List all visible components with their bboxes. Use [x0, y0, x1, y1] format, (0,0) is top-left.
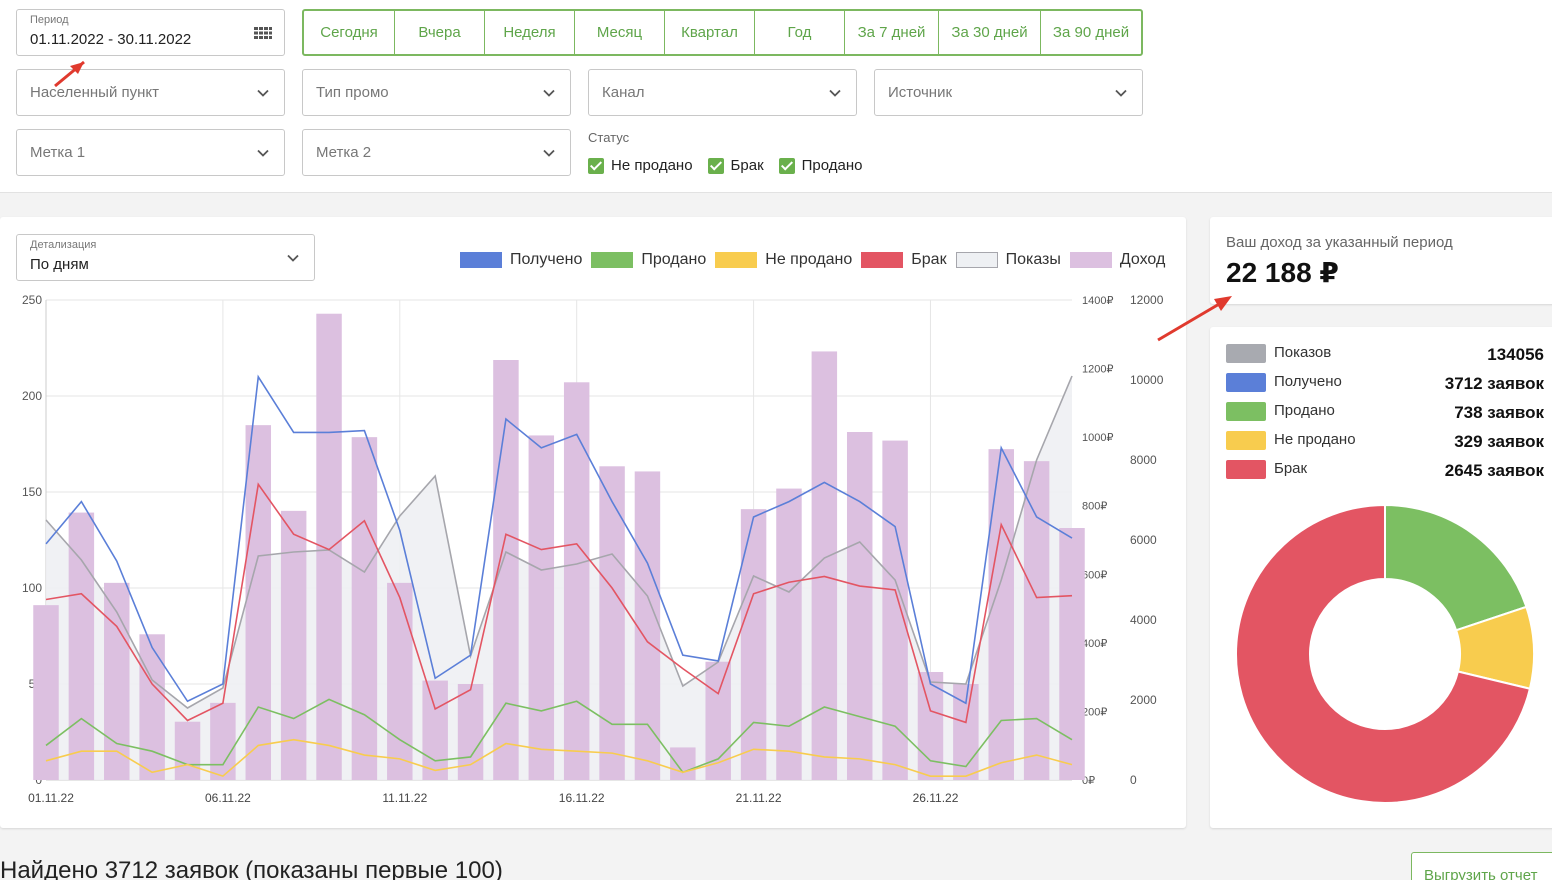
y-left-tick-label: 100	[22, 581, 42, 595]
stats-name: Продано	[1274, 402, 1335, 419]
y-money-tick-label: 1000₽	[1082, 432, 1113, 444]
income-bar	[387, 582, 413, 780]
y-views-tick-label: 2000	[1130, 693, 1157, 707]
income-bar	[1023, 461, 1050, 780]
stats-name: Не продано	[1274, 431, 1356, 448]
stats-row-defect: Брак 2645 заявок	[1226, 459, 1544, 488]
stats-swatch	[1226, 460, 1266, 479]
y-views-tick-label: 0	[1130, 773, 1137, 787]
y-views-tick-label: 6000	[1130, 533, 1157, 547]
income-bar	[563, 382, 590, 780]
stats-row-sold: Продано 738 заявок	[1226, 401, 1544, 430]
stats-value: 329 заявок	[1454, 432, 1544, 451]
found-count-text: Найдено 3712 заявок (показаны первые 100…	[0, 857, 503, 880]
status-donut-chart	[1235, 503, 1535, 804]
y-left-tick-label: 250	[22, 293, 42, 307]
y-left-tick-label: 150	[22, 485, 42, 499]
stats-name: Получено	[1274, 373, 1342, 390]
income-bar	[33, 605, 59, 780]
income-bar	[351, 437, 378, 780]
stats-row-views: Показов 134056	[1226, 343, 1544, 372]
stats-name: Брак	[1274, 460, 1308, 477]
stats-swatch	[1226, 431, 1266, 450]
income-bar	[1059, 528, 1085, 780]
x-tick-label: 01.11.22	[28, 791, 74, 805]
income-bar	[316, 313, 342, 780]
income-label: Ваш доход за указанный период	[1226, 234, 1453, 251]
income-bar	[740, 509, 767, 780]
stats-swatch	[1226, 373, 1266, 392]
income-value: 22 188 ₽	[1226, 257, 1339, 288]
income-bar	[528, 435, 555, 780]
x-tick-label: 21.11.22	[736, 791, 782, 805]
income-bar	[422, 680, 448, 780]
income-bar	[245, 425, 272, 780]
income-bar	[776, 488, 802, 780]
x-tick-label: 11.11.22	[382, 791, 427, 805]
stats-row-not-sold: Не продано 329 заявок	[1226, 430, 1544, 459]
y-money-tick-label: 600₽	[1082, 569, 1107, 581]
y-money-tick-label: 200₽	[1082, 706, 1107, 718]
stats-value: 2645 заявок	[1444, 461, 1544, 480]
stats-value: 738 заявок	[1454, 403, 1544, 422]
income-bar	[174, 721, 201, 780]
stats-value: 134056	[1487, 345, 1544, 364]
stats-row-received: Получено 3712 заявок	[1226, 372, 1544, 401]
stats-list: Показов 134056 Получено 3712 заявок Продан…	[1226, 343, 1544, 488]
income-bar	[139, 634, 165, 780]
y-money-tick-label: 400₽	[1082, 638, 1107, 650]
y-views-tick-label: 8000	[1130, 453, 1157, 467]
y-left-tick-label: 200	[22, 389, 42, 403]
stats-name: Показов	[1274, 344, 1332, 361]
y-money-tick-label: 1200₽	[1082, 364, 1113, 376]
income-bar	[634, 471, 661, 780]
x-tick-label: 16.11.22	[559, 791, 605, 805]
income-bar	[846, 432, 873, 780]
income-bar	[670, 747, 696, 780]
y-money-tick-label: 1400₽	[1082, 295, 1113, 307]
x-tick-label: 06.11.22	[205, 791, 251, 805]
stats-value: 3712 заявок	[1444, 374, 1544, 393]
export-report-button[interactable]: Выгрузить отчет	[1411, 852, 1552, 880]
daily-chart: 0501001502002500₽200₽400₽600₽800₽1000₽12…	[22, 293, 1164, 805]
y-views-tick-label: 4000	[1130, 613, 1157, 627]
stats-swatch	[1226, 344, 1266, 363]
income-bar	[882, 440, 908, 780]
income-bar	[988, 449, 1014, 780]
stats-swatch	[1226, 402, 1266, 421]
x-tick-label: 26.11.22	[913, 791, 959, 805]
donut-segment[interactable]	[1384, 503, 1528, 632]
income-bar	[68, 512, 95, 780]
y-money-tick-label: 800₽	[1082, 501, 1107, 513]
y-views-tick-label: 10000	[1130, 373, 1164, 387]
income-bar	[599, 466, 625, 780]
